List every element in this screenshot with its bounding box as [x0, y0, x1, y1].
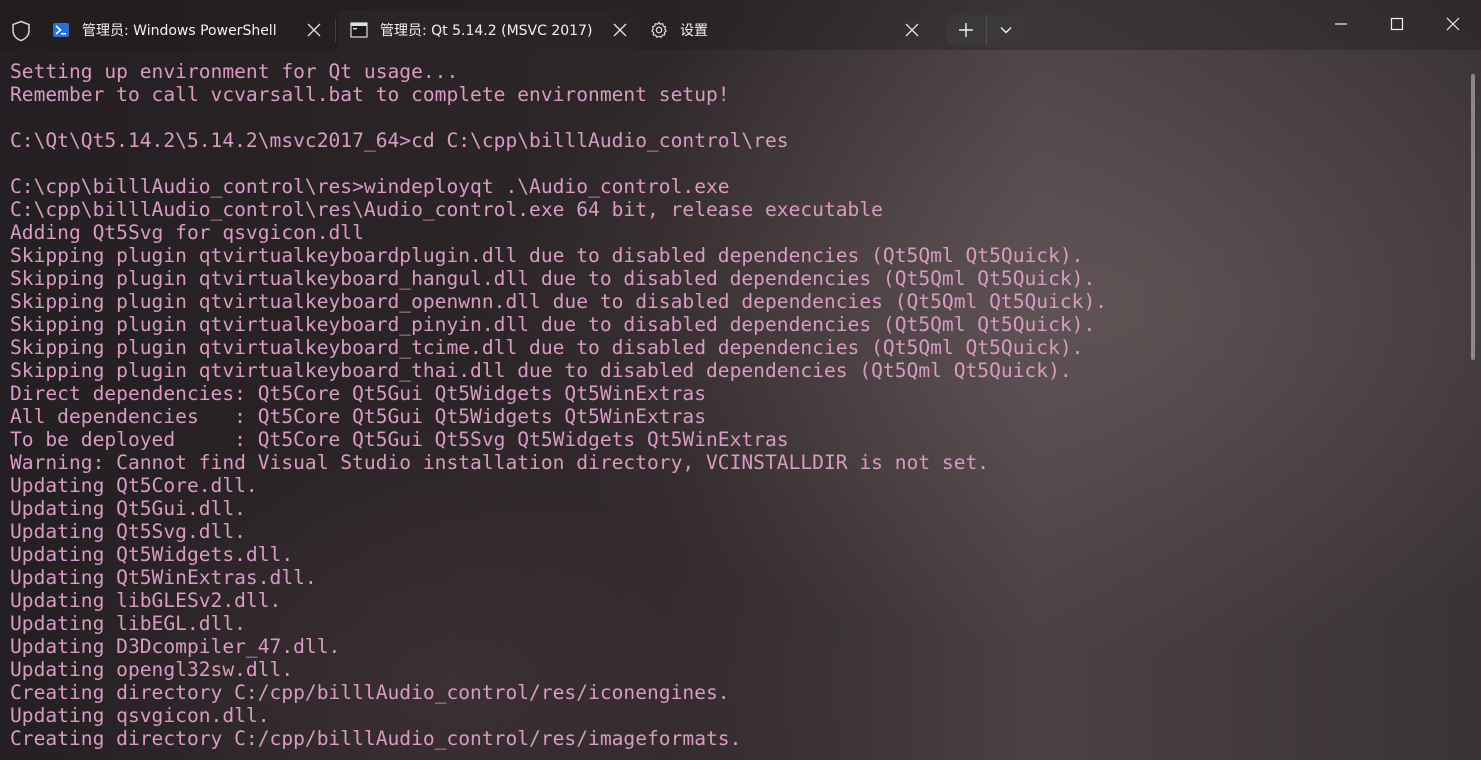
terminal-line: Updating Qt5WinExtras.dll. — [10, 566, 317, 589]
close-window-button[interactable] — [1425, 0, 1481, 48]
close-icon — [1446, 17, 1460, 31]
terminal-line: All dependencies : Qt5Core Qt5Gui Qt5Wid… — [10, 405, 706, 428]
tab-label: 管理员: Qt 5.14.2 (MSVC 2017) — [380, 23, 593, 39]
tab-settings[interactable]: 设置 — [638, 10, 930, 50]
terminal-line: Updating libEGL.dll. — [10, 612, 246, 635]
new-tab-group — [947, 15, 1025, 45]
terminal-line: Updating D3Dcompiler_47.dll. — [10, 635, 341, 658]
gear-icon — [650, 21, 668, 39]
close-icon[interactable] — [904, 22, 920, 38]
terminal-line: Updating Qt5Core.dll. — [10, 474, 258, 497]
close-icon[interactable] — [306, 22, 322, 38]
scrollbar-thumb[interactable] — [1471, 74, 1475, 360]
tab-qt-msvc[interactable]: 管理员: Qt 5.14.2 (MSVC 2017) — [338, 10, 638, 50]
close-icon[interactable] — [612, 22, 628, 38]
terminal-line: Skipping plugin qtvirtualkeyboard_tcime.… — [10, 336, 1084, 359]
terminal-output[interactable]: Setting up environment for Qt usage... Re… — [10, 60, 1465, 760]
new-tab-button[interactable] — [947, 15, 987, 45]
terminal-line: Updating libGLESv2.dll. — [10, 589, 282, 612]
title-bar: 管理员: Windows PowerShell 管理员: Qt 5.14.2 (… — [0, 0, 1481, 50]
tab-label: 设置 — [680, 23, 708, 39]
minimize-button[interactable] — [1313, 0, 1369, 48]
terminal-line: To be deployed : Qt5Core Qt5Gui Qt5Svg Q… — [10, 428, 789, 451]
terminal-line: Updating Qt5Svg.dll. — [10, 520, 246, 543]
terminal-line: C:\cpp\billlAudio_control\res\Audio_cont… — [10, 198, 883, 221]
terminal-line: Updating Qt5Widgets.dll. — [10, 543, 294, 566]
terminal-line: Skipping plugin qtvirtualkeyboard_hangul… — [10, 267, 1096, 290]
tab-divider — [335, 20, 336, 42]
tab-label: 管理员: Windows PowerShell — [82, 23, 277, 39]
console-icon — [350, 21, 368, 39]
shield-icon — [12, 20, 30, 42]
terminal-line: Creating directory C:/cpp/billlAudio_con… — [10, 681, 730, 704]
terminal-line: Warning: Cannot find Visual Studio insta… — [10, 451, 990, 474]
maximize-icon — [1390, 17, 1404, 31]
terminal-line: Adding Qt5Svg for qsvgicon.dll — [10, 221, 364, 244]
terminal-line: Creating directory C:/cpp/billlAudio_con… — [10, 727, 742, 750]
terminal-window: 管理员: Windows PowerShell 管理员: Qt 5.14.2 (… — [0, 0, 1481, 760]
chevron-down-icon — [1000, 27, 1012, 34]
maximize-button[interactable] — [1369, 0, 1425, 48]
terminal-line: Skipping plugin qtvirtualkeyboard_pinyin… — [10, 313, 1096, 336]
tab-powershell[interactable]: 管理员: Windows PowerShell — [40, 10, 332, 50]
tab-dropdown-button[interactable] — [987, 15, 1026, 45]
terminal-line: Direct dependencies: Qt5Core Qt5Gui Qt5W… — [10, 382, 706, 405]
powershell-icon — [52, 21, 70, 39]
terminal-line: Skipping plugin qtvirtualkeyboard_thai.d… — [10, 359, 1072, 382]
terminal-line: Updating Qt5Gui.dll. — [10, 497, 246, 520]
terminal-line: Setting up environment for Qt usage... — [10, 60, 459, 83]
terminal-line: Skipping plugin qtvirtualkeyboard_openwn… — [10, 290, 1108, 313]
terminal-line: Skipping plugin qtvirtualkeyboardplugin.… — [10, 244, 1084, 267]
terminal-line: Updating opengl32sw.dll. — [10, 658, 294, 681]
terminal-line: C:\cpp\billlAudio_control\res>windeployq… — [10, 175, 730, 198]
terminal-line: Updating qsvgicon.dll. — [10, 704, 270, 727]
plus-icon — [959, 23, 974, 37]
terminal-line: Remember to call vcvarsall.bat to comple… — [10, 83, 730, 106]
minimize-icon — [1335, 23, 1347, 25]
terminal-line: C:\Qt\Qt5.14.2\5.14.2\msvc2017_64>cd C:\… — [10, 129, 789, 152]
